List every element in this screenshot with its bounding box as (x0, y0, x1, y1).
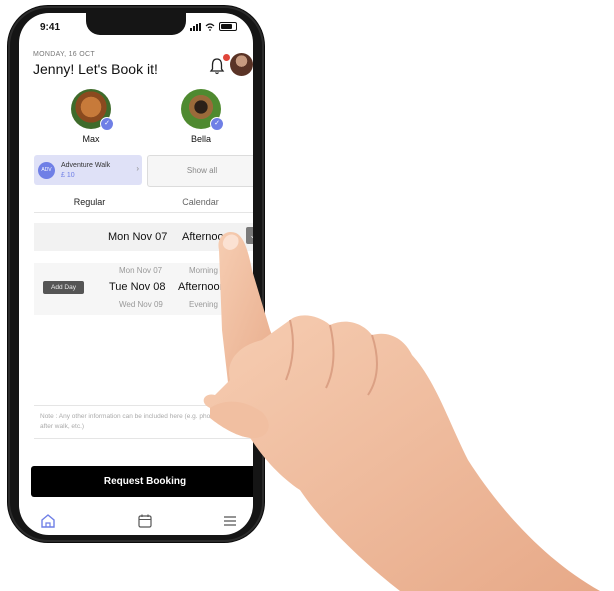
status-icons (190, 22, 237, 31)
selected-slot-row[interactable]: Mon Nov 07 Afternoon ⌄ (34, 223, 253, 251)
pet-name: Bella (190, 134, 211, 144)
battery-icon (219, 22, 237, 31)
bottom-nav (19, 509, 253, 535)
tab-divider (34, 212, 253, 213)
picker-period[interactable]: Evening (189, 300, 218, 309)
tab-calendar[interactable]: Calendar (145, 197, 253, 212)
status-time: 9:41 (40, 22, 61, 33)
notes-placeholder: Note : Any other information can be incl… (40, 413, 232, 430)
home-icon[interactable] (40, 513, 56, 529)
picker-period[interactable]: Morning (189, 266, 218, 275)
picker-date[interactable]: Mon Nov 07 (119, 266, 162, 275)
header-date: MONDAY, 16 OCT (33, 51, 95, 58)
service-price: £ 10 (61, 172, 75, 179)
check-icon: ✓ (100, 117, 114, 131)
picker-date-selected[interactable]: Tue Nov 08 (109, 281, 165, 293)
page-title: Jenny! Let's Book it! (33, 61, 158, 77)
show-all-button[interactable]: Show all (147, 155, 253, 187)
wifi-icon (205, 22, 215, 31)
selected-period: Afternoon (182, 231, 230, 243)
pet-photo-bella: ✓ (181, 89, 224, 131)
picker-date[interactable]: Wed Nov 09 (119, 300, 163, 309)
chevron-down-icon[interactable]: ⌄ (246, 227, 253, 244)
app-screen: 9:41 MONDAY, 16 OCT Jenny! Let's Book it… (19, 13, 253, 535)
service-icon: ADV (38, 162, 55, 179)
signal-icon (190, 22, 201, 31)
avatar[interactable] (230, 53, 253, 76)
phone-notch (86, 13, 186, 35)
phone-frame: 9:41 MONDAY, 16 OCT Jenny! Let's Book it… (8, 6, 264, 542)
pet-card-max[interactable]: ✓ Max (69, 89, 114, 144)
chevron-right-icon: › (136, 164, 139, 173)
add-day-button[interactable]: Add Day (43, 281, 84, 294)
menu-icon[interactable] (222, 513, 238, 529)
selected-date: Mon Nov 07 (108, 231, 168, 243)
tab-regular[interactable]: Regular (34, 197, 145, 213)
picker-period-selected[interactable]: Afternoon (178, 281, 226, 293)
calendar-icon[interactable] (137, 513, 153, 529)
date-period-picker[interactable]: Add Day Mon Nov 07 Tue Nov 08 Wed Nov 09… (34, 263, 253, 315)
request-booking-button[interactable]: Request Booking (31, 466, 253, 497)
check-icon: ✓ (210, 117, 224, 131)
pet-name: Max (82, 134, 100, 144)
service-name: Adventure Walk (61, 162, 111, 169)
notes-field[interactable]: Note : Any other information can be incl… (34, 405, 253, 439)
pet-card-bella[interactable]: ✓ Bella (179, 89, 224, 144)
service-card[interactable]: ADV Adventure Walk £ 10 › (34, 155, 142, 185)
pet-photo-max: ✓ (71, 89, 114, 131)
